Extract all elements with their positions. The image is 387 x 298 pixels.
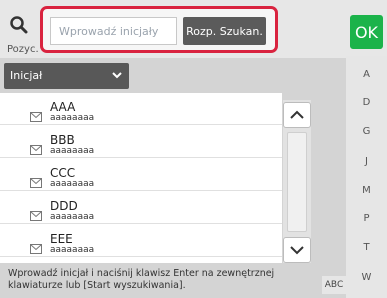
list-item[interactable]: CCC aaaaaaaa bbox=[0, 163, 282, 191]
envelope-icon bbox=[30, 206, 42, 221]
list-item-name: DDD bbox=[50, 199, 78, 213]
list-item[interactable]: AAA aaaaaaaa bbox=[0, 97, 282, 125]
list-item-name: BBB bbox=[50, 133, 75, 147]
list-item-subtext: aaaaaaaa bbox=[50, 179, 95, 189]
envelope-icon bbox=[30, 140, 42, 155]
list-item-subtext: aaaaaaaa bbox=[50, 146, 95, 156]
scroll-up-button[interactable] bbox=[283, 102, 311, 128]
chevron-up-icon bbox=[289, 106, 305, 125]
alphabet-index-bar bbox=[346, 56, 387, 298]
chevron-down-icon bbox=[111, 69, 123, 84]
filter-selected-value: Inicjał bbox=[10, 69, 43, 82]
scrollbar-thumb[interactable] bbox=[287, 132, 307, 232]
list-item-name: CCC bbox=[50, 166, 76, 180]
envelope-icon bbox=[30, 173, 42, 188]
alphabet-index-letter[interactable]: J bbox=[346, 156, 387, 167]
alphabet-index-letter[interactable]: M bbox=[346, 185, 387, 196]
alphabet-index-letter[interactable]: D bbox=[346, 97, 387, 108]
alphabet-index-letter[interactable]: T bbox=[346, 242, 387, 253]
list-item-subtext: aaaaaaaa bbox=[50, 113, 95, 123]
alphabet-index-letter[interactable]: W bbox=[346, 272, 387, 283]
chevron-down-icon bbox=[289, 241, 305, 260]
alphabet-index-letter[interactable]: A bbox=[346, 69, 387, 80]
alphabet-index-letter[interactable]: P bbox=[346, 213, 387, 224]
filter-dropdown[interactable]: Inicjał bbox=[4, 63, 129, 89]
search-icon[interactable] bbox=[8, 14, 30, 36]
list-item-subtext: aaaaaaaa bbox=[50, 212, 95, 222]
abc-button[interactable]: ABC bbox=[322, 276, 346, 294]
list-item[interactable]: EEE aaaaaaaa bbox=[0, 229, 282, 257]
position-label: Pozyc. bbox=[7, 44, 39, 55]
list-item[interactable]: DDD aaaaaaaa bbox=[0, 196, 282, 224]
alphabet-index-letter[interactable]: G bbox=[346, 126, 387, 137]
initials-search-input[interactable]: Wprowadź inicjały bbox=[50, 17, 177, 45]
list-item-name: EEE bbox=[50, 232, 73, 246]
envelope-icon bbox=[30, 239, 42, 254]
envelope-icon bbox=[30, 107, 42, 122]
ok-button[interactable]: OK bbox=[350, 15, 383, 49]
address-list: AAA aaaaaaaa BBB aaaaaaaa CCC aaaaaaaa D… bbox=[0, 93, 282, 263]
list-item-subtext: aaaaaaaa bbox=[50, 245, 95, 255]
list-item-name: AAA bbox=[50, 100, 76, 114]
scroll-down-button[interactable] bbox=[283, 237, 311, 263]
list-item[interactable]: BBB aaaaaaaa bbox=[0, 130, 282, 158]
start-search-button[interactable]: Rozp. Szukan. bbox=[183, 17, 266, 45]
hint-text: Wprowadź inicjał i naciśnij klawisz Ente… bbox=[8, 268, 275, 291]
